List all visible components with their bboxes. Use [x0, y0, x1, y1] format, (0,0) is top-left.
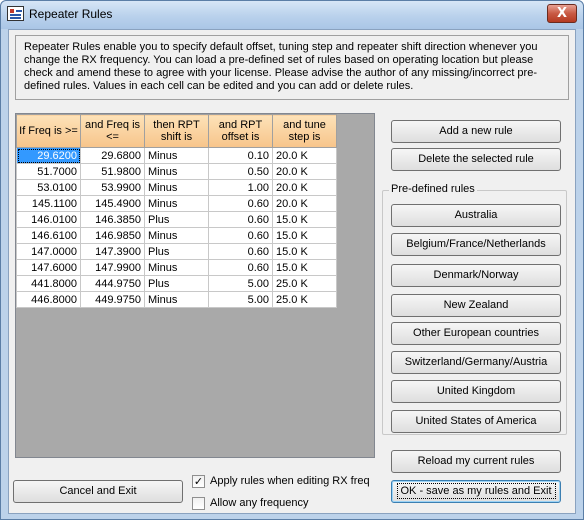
title-bar[interactable]: Repeater Rules X: [1, 1, 583, 29]
column-header-step[interactable]: and tune step is: [272, 114, 337, 148]
table-row[interactable]: 53.0100 53.9900 Minus 1.00 20.0 K: [16, 179, 337, 196]
predefined-rules-label: Pre-defined rules: [389, 183, 477, 195]
repeater-rules-window: Repeater Rules X Repeater Rules enable y…: [0, 0, 584, 520]
preset-united-states-button[interactable]: United States of America: [391, 410, 561, 433]
step-cell[interactable]: 20.0 K: [272, 195, 337, 212]
app-icon: [7, 6, 24, 21]
shift-cell[interactable]: Plus: [144, 243, 209, 260]
table-row[interactable]: 146.6100 146.9850 Minus 0.60 15.0 K: [16, 227, 337, 244]
description-text: Repeater Rules enable you to specify def…: [15, 35, 569, 100]
dialog-body: Repeater Rules enable you to specify def…: [8, 29, 576, 514]
shift-cell[interactable]: Minus: [144, 227, 209, 244]
freq-max-cell[interactable]: 147.9900: [80, 259, 145, 276]
shift-cell[interactable]: Minus: [144, 195, 209, 212]
freq-max-cell[interactable]: 147.3900: [80, 243, 145, 260]
offset-cell[interactable]: 0.10: [208, 147, 273, 164]
shift-cell[interactable]: Plus: [144, 211, 209, 228]
step-cell[interactable]: 20.0 K: [272, 147, 337, 164]
allow-any-frequency-label[interactable]: Allow any frequency: [210, 497, 308, 509]
preset-australia-button[interactable]: Australia: [391, 204, 561, 227]
table-row[interactable]: 51.7000 51.9800 Minus 0.50 20.0 K: [16, 163, 337, 180]
column-header-freq-min[interactable]: If Freq is >=: [16, 114, 81, 148]
offset-cell[interactable]: 0.60: [208, 211, 273, 228]
column-header-offset[interactable]: and RPT offset is: [208, 114, 273, 148]
freq-min-cell[interactable]: 441.8000: [16, 275, 81, 292]
step-cell[interactable]: 25.0 K: [272, 291, 337, 308]
table-row[interactable]: 147.6000 147.9900 Minus 0.60 15.0 K: [16, 259, 337, 276]
apply-rules-checkbox[interactable]: ✓: [192, 475, 205, 488]
table-row[interactable]: 146.0100 146.3850 Plus 0.60 15.0 K: [16, 211, 337, 228]
offset-cell[interactable]: 0.60: [208, 243, 273, 260]
freq-max-cell[interactable]: 29.6800: [80, 147, 145, 164]
freq-min-cell[interactable]: 147.0000: [16, 243, 81, 260]
column-header-shift[interactable]: then RPT shift is: [144, 114, 209, 148]
rules-grid[interactable]: If Freq is >= and Freq is <= then RPT sh…: [15, 113, 375, 458]
offset-cell[interactable]: 1.00: [208, 179, 273, 196]
offset-cell[interactable]: 5.00: [208, 291, 273, 308]
shift-cell[interactable]: Plus: [144, 275, 209, 292]
freq-min-cell[interactable]: 147.6000: [16, 259, 81, 276]
step-cell[interactable]: 15.0 K: [272, 243, 337, 260]
offset-cell[interactable]: 5.00: [208, 275, 273, 292]
reload-rules-button[interactable]: Reload my current rules: [391, 450, 561, 473]
freq-max-cell[interactable]: 145.4900: [80, 195, 145, 212]
rules-table: If Freq is >= and Freq is <= then RPT sh…: [16, 114, 337, 308]
column-header-freq-max[interactable]: and Freq is <=: [80, 114, 145, 148]
preset-belgium-france-netherlands-button[interactable]: Belgium/France/Netherlands: [391, 233, 561, 256]
window-title: Repeater Rules: [29, 7, 113, 21]
allow-any-frequency-checkbox[interactable]: [192, 497, 205, 510]
preset-new-zealand-button[interactable]: New Zealand: [391, 294, 561, 317]
table-row[interactable]: 441.8000 444.9750 Plus 5.00 25.0 K: [16, 275, 337, 292]
preset-denmark-norway-button[interactable]: Denmark/Norway: [391, 264, 561, 287]
ok-save-button[interactable]: OK - save as my rules and Exit: [391, 480, 561, 503]
step-cell[interactable]: 15.0 K: [272, 227, 337, 244]
table-header-row: If Freq is >= and Freq is <= then RPT sh…: [16, 114, 337, 148]
freq-max-cell[interactable]: 146.9850: [80, 227, 145, 244]
shift-cell[interactable]: Minus: [144, 147, 209, 164]
freq-min-cell[interactable]: 146.0100: [16, 211, 81, 228]
table-row[interactable]: 147.0000 147.3900 Plus 0.60 15.0 K: [16, 243, 337, 260]
offset-cell[interactable]: 0.60: [208, 227, 273, 244]
delete-rule-button[interactable]: Delete the selected rule: [391, 148, 561, 171]
preset-united-kingdom-button[interactable]: United Kingdom: [391, 380, 561, 403]
freq-max-cell[interactable]: 444.9750: [80, 275, 145, 292]
freq-max-cell[interactable]: 449.9750: [80, 291, 145, 308]
preset-other-european-button[interactable]: Other European countries: [391, 322, 561, 345]
freq-min-cell[interactable]: 446.8000: [16, 291, 81, 308]
add-rule-button[interactable]: Add a new rule: [391, 120, 561, 143]
table-row[interactable]: 145.1100 145.4900 Minus 0.60 20.0 K: [16, 195, 337, 212]
offset-cell[interactable]: 0.50: [208, 163, 273, 180]
freq-max-cell[interactable]: 51.9800: [80, 163, 145, 180]
offset-cell[interactable]: 0.60: [208, 259, 273, 276]
step-cell[interactable]: 20.0 K: [272, 179, 337, 196]
freq-min-cell[interactable]: 146.6100: [16, 227, 81, 244]
apply-rules-label[interactable]: Apply rules when editing RX freq: [210, 475, 370, 487]
shift-cell[interactable]: Minus: [144, 179, 209, 196]
close-icon[interactable]: X: [547, 4, 577, 23]
freq-min-cell[interactable]: 51.7000: [16, 163, 81, 180]
shift-cell[interactable]: Minus: [144, 291, 209, 308]
step-cell[interactable]: 15.0 K: [272, 259, 337, 276]
step-cell[interactable]: 25.0 K: [272, 275, 337, 292]
shift-cell[interactable]: Minus: [144, 259, 209, 276]
step-cell[interactable]: 15.0 K: [272, 211, 337, 228]
freq-min-cell[interactable]: 145.1100: [16, 195, 81, 212]
offset-cell[interactable]: 0.60: [208, 195, 273, 212]
step-cell[interactable]: 20.0 K: [272, 163, 337, 180]
shift-cell[interactable]: Minus: [144, 163, 209, 180]
cancel-button[interactable]: Cancel and Exit: [13, 480, 183, 503]
freq-min-cell[interactable]: 53.0100: [16, 179, 81, 196]
table-row[interactable]: 29.6200 29.6800 Minus 0.10 20.0 K: [16, 147, 337, 164]
freq-max-cell[interactable]: 146.3850: [80, 211, 145, 228]
table-row[interactable]: 446.8000 449.9750 Minus 5.00 25.0 K: [16, 291, 337, 308]
freq-min-cell[interactable]: 29.6200: [16, 147, 81, 164]
preset-switzerland-germany-austria-button[interactable]: Switzerland/Germany/Austria: [391, 351, 561, 374]
freq-max-cell[interactable]: 53.9900: [80, 179, 145, 196]
